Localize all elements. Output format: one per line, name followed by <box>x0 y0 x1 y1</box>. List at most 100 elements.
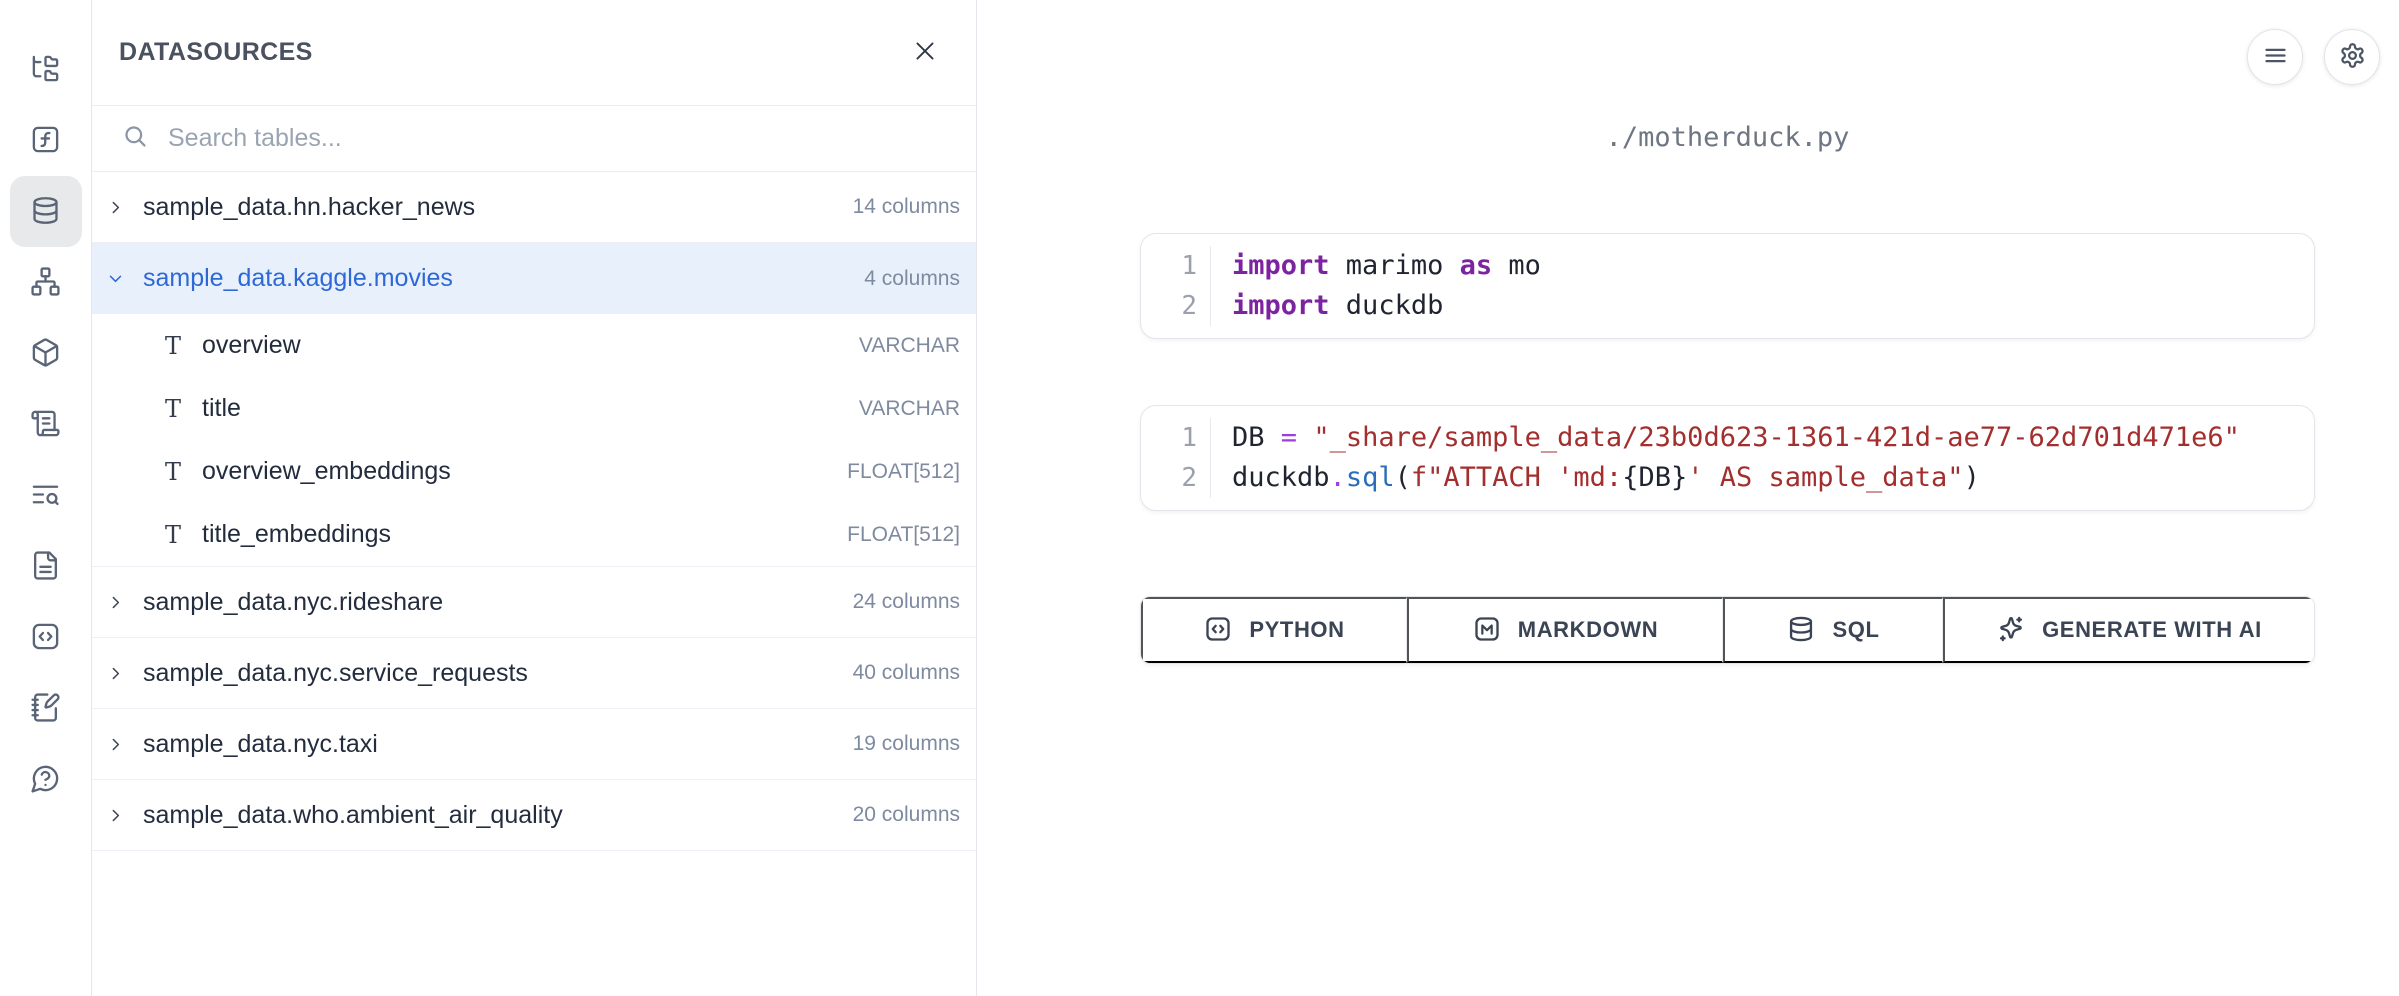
table-row[interactable]: sample_data.who.ambient_air_quality 20 co… <box>92 780 976 851</box>
add-cell-toolbar: PYTHON MARKDOWN SQL GENERATE WITH AI <box>1140 596 2315 664</box>
chevron-right-icon <box>107 807 124 824</box>
text-type-icon: T <box>165 334 181 358</box>
notebook-pen-icon <box>30 692 61 726</box>
table-row[interactable]: sample_data.nyc.rideshare 24 columns <box>92 567 976 638</box>
close-icon <box>912 38 938 67</box>
box-icon <box>30 337 61 371</box>
search-tables-row <box>92 106 976 172</box>
table-name: sample_data.who.ambient_air_quality <box>143 801 563 830</box>
markdown-square-icon <box>1473 615 1501 646</box>
file-text-icon <box>30 550 61 584</box>
column-name: title <box>202 394 241 423</box>
search-tables-input[interactable] <box>168 124 956 153</box>
sidebar-button-files[interactable] <box>10 34 82 105</box>
sparkles-icon <box>1997 615 2025 646</box>
table-row[interactable]: sample_data.nyc.service_requests 40 colum… <box>92 638 976 709</box>
sidebar-button-datasources[interactable] <box>10 176 82 247</box>
file-tree-icon <box>30 53 61 87</box>
sidebar-button-scratchpad[interactable] <box>10 673 82 744</box>
code-square-icon <box>30 621 61 655</box>
sidebar-button-chat[interactable] <box>10 744 82 815</box>
code-square-icon <box>1204 615 1232 646</box>
settings-button[interactable] <box>2324 29 2380 85</box>
add-cell-button-label: GENERATE WITH AI <box>2042 617 2262 643</box>
list-search-icon <box>30 479 61 513</box>
table-row[interactable]: sample_data.kaggle.movies 4 columns <box>92 243 976 314</box>
sidebar-button-documentation[interactable] <box>10 531 82 602</box>
chevron-right-icon <box>107 665 124 682</box>
table-column-count: 40 columns <box>853 661 960 685</box>
line-number: 2 <box>1181 286 1197 326</box>
notebook-column: ./motherduck.py 12 import marimo as moim… <box>1140 122 2315 664</box>
table-column-count: 4 columns <box>864 267 960 291</box>
code-line: duckdb.sql(f"ATTACH 'md:{DB}' AS sample_… <box>1232 458 2240 498</box>
code-line: import duckdb <box>1232 286 1541 326</box>
code-editor[interactable]: import marimo as moimport duckdb <box>1211 246 1541 326</box>
chevron-right-icon <box>107 594 124 611</box>
table-column-count: 24 columns <box>853 590 960 614</box>
notebook-area: ./motherduck.py 12 import marimo as moim… <box>977 0 2399 996</box>
chevron-right-icon <box>107 736 124 753</box>
sidebar-button-variables[interactable] <box>10 105 82 176</box>
database-icon <box>1787 615 1815 646</box>
notebook-menu-button[interactable] <box>2247 29 2303 85</box>
text-type-icon: T <box>165 523 181 547</box>
text-type-icon: T <box>165 460 181 484</box>
add-cell-generate-with-ai-button[interactable]: GENERATE WITH AI <box>1943 597 2314 663</box>
line-number: 2 <box>1181 458 1197 498</box>
table-row[interactable]: sample_data.hn.hacker_news 14 columns <box>92 172 976 243</box>
table-column-count: 19 columns <box>853 732 960 756</box>
table-name: sample_data.hn.hacker_news <box>143 193 475 222</box>
table-name: sample_data.nyc.rideshare <box>143 588 443 617</box>
message-question-icon <box>30 763 61 797</box>
column-row[interactable]: TtitleVARCHAR <box>92 377 976 440</box>
line-number-gutter: 12 <box>1141 418 1211 498</box>
sidebar-button-snippets[interactable] <box>10 602 82 673</box>
top-actions <box>2247 29 2380 85</box>
search-icon <box>122 123 149 155</box>
code-line: DB = "_share/sample_data/23b0d623-1361-4… <box>1232 418 2240 458</box>
sidebar-button-logs[interactable] <box>10 460 82 531</box>
column-row[interactable]: Ttitle_embeddings FLOAT[512] <box>92 503 976 566</box>
column-type: VARCHAR <box>859 397 960 421</box>
sidebar-button-dependencies[interactable] <box>10 247 82 318</box>
network-icon <box>30 266 61 300</box>
close-panel-button[interactable] <box>912 38 938 67</box>
datasources-panel-header: DATASOURCES <box>92 0 976 106</box>
sidebar-button-outline[interactable] <box>10 389 82 460</box>
line-number-gutter: 12 <box>1141 246 1211 326</box>
sidebar-button-packages[interactable] <box>10 318 82 389</box>
datasources-panel: DATASOURCES sample_data.hn.hacker_news 14… <box>92 0 977 996</box>
table-columns-block: Toverview VARCHAR Ttitle VARCHAR Toverview_e… <box>92 314 976 567</box>
column-row[interactable]: Toverview_embeddingsFLOAT[512] <box>92 440 976 503</box>
line-number: 1 <box>1181 246 1197 286</box>
column-name: overview <box>202 331 301 360</box>
notebook-filename: ./motherduck.py <box>1140 122 2315 156</box>
add-cell-python-button[interactable]: PYTHON <box>1141 597 1407 663</box>
chevron-down-icon <box>107 270 124 287</box>
table-name: sample_data.kaggle.movies <box>143 264 453 293</box>
datasource-table-list: sample_data.hn.hacker_news14 columnssamp… <box>92 172 976 996</box>
table-row[interactable]: sample_data.nyc.taxi19 columns <box>92 709 976 780</box>
gear-icon <box>2339 42 2366 72</box>
chevron-right-icon <box>107 199 124 216</box>
code-editor[interactable]: DB = "_share/sample_data/23b0d623-1361-4… <box>1211 418 2240 498</box>
icon-sidebar <box>0 0 92 996</box>
add-cell-button-label: PYTHON <box>1249 617 1344 643</box>
panel-title: DATASOURCES <box>119 38 313 67</box>
column-row[interactable]: Toverview VARCHAR <box>92 314 976 377</box>
column-name: title_embeddings <box>202 520 391 549</box>
table-column-count: 14 columns <box>853 195 960 219</box>
add-cell-button-label: MARKDOWN <box>1518 617 1658 643</box>
scroll-text-icon <box>30 408 61 442</box>
function-square-icon <box>30 124 61 158</box>
code-cell[interactable]: 12 import marimo as moimport duckdb <box>1140 233 2315 339</box>
column-type: VARCHAR <box>859 334 960 358</box>
table-name: sample_data.nyc.service_requests <box>143 659 528 688</box>
column-type: FLOAT[512] <box>847 523 960 547</box>
add-cell-markdown-button[interactable]: MARKDOWN <box>1407 597 1723 663</box>
add-cell-sql-button[interactable]: SQL <box>1723 597 1943 663</box>
table-column-count: 20 columns <box>853 803 960 827</box>
database-icon <box>30 195 61 229</box>
code-cell[interactable]: 12 DB = "_share/sample_data/23b0d623-136… <box>1140 405 2315 511</box>
